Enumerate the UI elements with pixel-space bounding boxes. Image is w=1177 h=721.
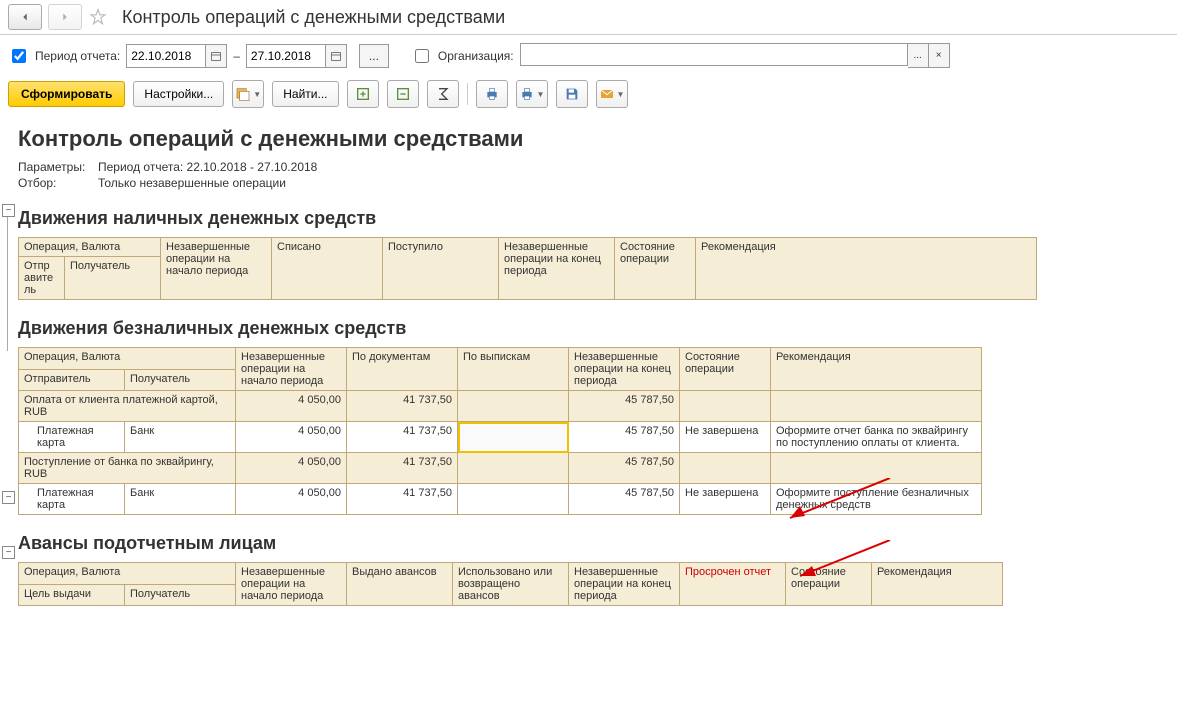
r2a-sender: Платежная карта <box>19 484 125 515</box>
r1a-v2: 41 737,50 <box>347 422 458 453</box>
date-to-input[interactable] <box>246 44 326 68</box>
th3-state: Состояние операции <box>786 563 872 606</box>
r1a-rec: Оформите отчет банка по эквайрингу по по… <box>771 422 982 453</box>
r2a-rec: Оформите поступление безналичных денежны… <box>771 484 982 515</box>
nav-back-button[interactable] <box>8 4 42 30</box>
org-input[interactable] <box>520 43 908 66</box>
expand-button[interactable] <box>347 80 379 108</box>
r2a-state: Не завершена <box>680 484 771 515</box>
noncash-table: Операция, Валюта Незавершенные операции … <box>18 347 982 515</box>
th-rec: Рекомендация <box>696 238 1037 300</box>
th3-rec: Рекомендация <box>872 563 1003 606</box>
th3-issued: Выдано авансов <box>347 563 453 606</box>
th-recv: Поступило <box>383 238 499 300</box>
r1-v2: 41 737,50 <box>347 391 458 422</box>
r1-v3: 45 787,50 <box>569 391 680 422</box>
th-unf-end: Незавершенные операции на конец периода <box>499 238 615 300</box>
settings-button[interactable]: Настройки... <box>133 81 224 107</box>
th2-stmt: По выпискам <box>458 348 569 391</box>
section2-title: Движения безналичных денежных средств <box>18 318 1169 339</box>
meta-filter-value: Только незавершенные операции <box>98 176 286 190</box>
th2-docs: По документам <box>347 348 458 391</box>
nav-forward-button[interactable] <box>48 4 82 30</box>
org-checkbox[interactable] <box>415 49 429 63</box>
r2a-v1: 4 050,00 <box>236 484 347 515</box>
collapse-button[interactable] <box>387 80 419 108</box>
collapse-toggle-3[interactable]: − <box>2 546 15 559</box>
meta-params-label: Параметры: <box>18 160 98 174</box>
tree-line <box>7 217 8 351</box>
th-written: Списано <box>272 238 383 300</box>
date-from-picker-button[interactable] <box>206 44 227 68</box>
r2a-receiver: Банк <box>125 484 236 515</box>
print-menu-button[interactable]: ▼ <box>516 80 548 108</box>
r1a-sender: Платежная карта <box>19 422 125 453</box>
th2-state: Состояние операции <box>680 348 771 391</box>
th3-used: Использовано или возвращено авансов <box>453 563 569 606</box>
cash-table: Операция, Валюта Незавершенные операции … <box>18 237 1037 300</box>
period-label: Период отчета: <box>35 49 120 63</box>
r1-v1: 4 050,00 <box>236 391 347 422</box>
advances-table: Операция, Валюта Незавершенные операции … <box>18 562 1003 606</box>
r1-op: Оплата от клиента платежной картой, RUB <box>19 391 236 422</box>
date-from-input[interactable] <box>126 44 206 68</box>
send-button[interactable]: ▼ <box>596 80 628 108</box>
section3-title: Авансы подотчетным лицам <box>18 533 1169 554</box>
sum-button[interactable] <box>427 80 459 108</box>
th-receiver: Получатель <box>65 257 161 300</box>
r2-op: Поступление от банка по эквайрингу, RUB <box>19 453 236 484</box>
r1a-v1: 4 050,00 <box>236 422 347 453</box>
r2-v1: 4 050,00 <box>236 453 347 484</box>
r1a-v3: 45 787,50 <box>569 422 680 453</box>
th3-unf-end: Незавершенные операции на конец периода <box>569 563 680 606</box>
th2-sender: Отправитель <box>19 369 125 391</box>
collapse-toggle-2[interactable]: − <box>2 491 15 504</box>
date-dash: – <box>233 49 240 63</box>
report-title: Контроль операций с денежными средствами <box>18 126 1169 152</box>
save-button[interactable] <box>556 80 588 108</box>
th2-rec: Рекомендация <box>771 348 982 391</box>
th2-receiver: Получатель <box>125 369 236 391</box>
r1a-state: Не завершена <box>680 422 771 453</box>
th-op: Операция, Валюта <box>19 238 161 257</box>
meta-filter-label: Отбор: <box>18 176 98 190</box>
variants-button[interactable]: ▼ <box>232 80 264 108</box>
r1a-receiver: Банк <box>125 422 236 453</box>
collapse-toggle-1[interactable]: − <box>2 204 15 217</box>
th2-unf-start: Незавершенные операции на начало периода <box>236 348 347 391</box>
th3-purpose: Цель выдачи <box>19 584 125 606</box>
period-choose-button[interactable]: ... <box>359 44 389 68</box>
th-unf-start: Незавершенные операции на начало периода <box>161 238 272 300</box>
r2a-v3: 45 787,50 <box>569 484 680 515</box>
find-button[interactable]: Найти... <box>272 81 338 107</box>
print-button[interactable] <box>476 80 508 108</box>
th-sender: Отпр авите ль <box>19 257 65 300</box>
favorite-star-icon[interactable] <box>88 7 108 27</box>
period-checkbox[interactable] <box>12 49 26 63</box>
th3-receiver: Получатель <box>125 584 236 606</box>
th2-op: Операция, Валюта <box>19 348 236 370</box>
th3-unf-start: Незавершенные операции на начало периода <box>236 563 347 606</box>
section1-title: Движения наличных денежных средств <box>18 208 1169 229</box>
org-choose-button[interactable]: ... <box>908 43 929 68</box>
th3-op: Операция, Валюта <box>19 563 236 585</box>
meta-params-value: Период отчета: 22.10.2018 - 27.10.2018 <box>98 160 317 174</box>
r2-v3: 45 787,50 <box>569 453 680 484</box>
th2-unf-end: Незавершенные операции на конец периода <box>569 348 680 391</box>
org-clear-button[interactable]: × <box>929 43 950 68</box>
form-report-button[interactable]: Сформировать <box>8 81 125 107</box>
th3-overdue: Просрочен отчет <box>680 563 786 606</box>
r2-v2: 41 737,50 <box>347 453 458 484</box>
toolbar-separator <box>467 83 468 105</box>
selected-cell[interactable] <box>458 422 569 453</box>
th-state: Состояние операции <box>615 238 696 300</box>
r2a-v2: 41 737,50 <box>347 484 458 515</box>
org-label: Организация: <box>438 49 514 63</box>
date-to-picker-button[interactable] <box>326 44 347 68</box>
page-title: Контроль операций с денежными средствами <box>122 7 505 28</box>
